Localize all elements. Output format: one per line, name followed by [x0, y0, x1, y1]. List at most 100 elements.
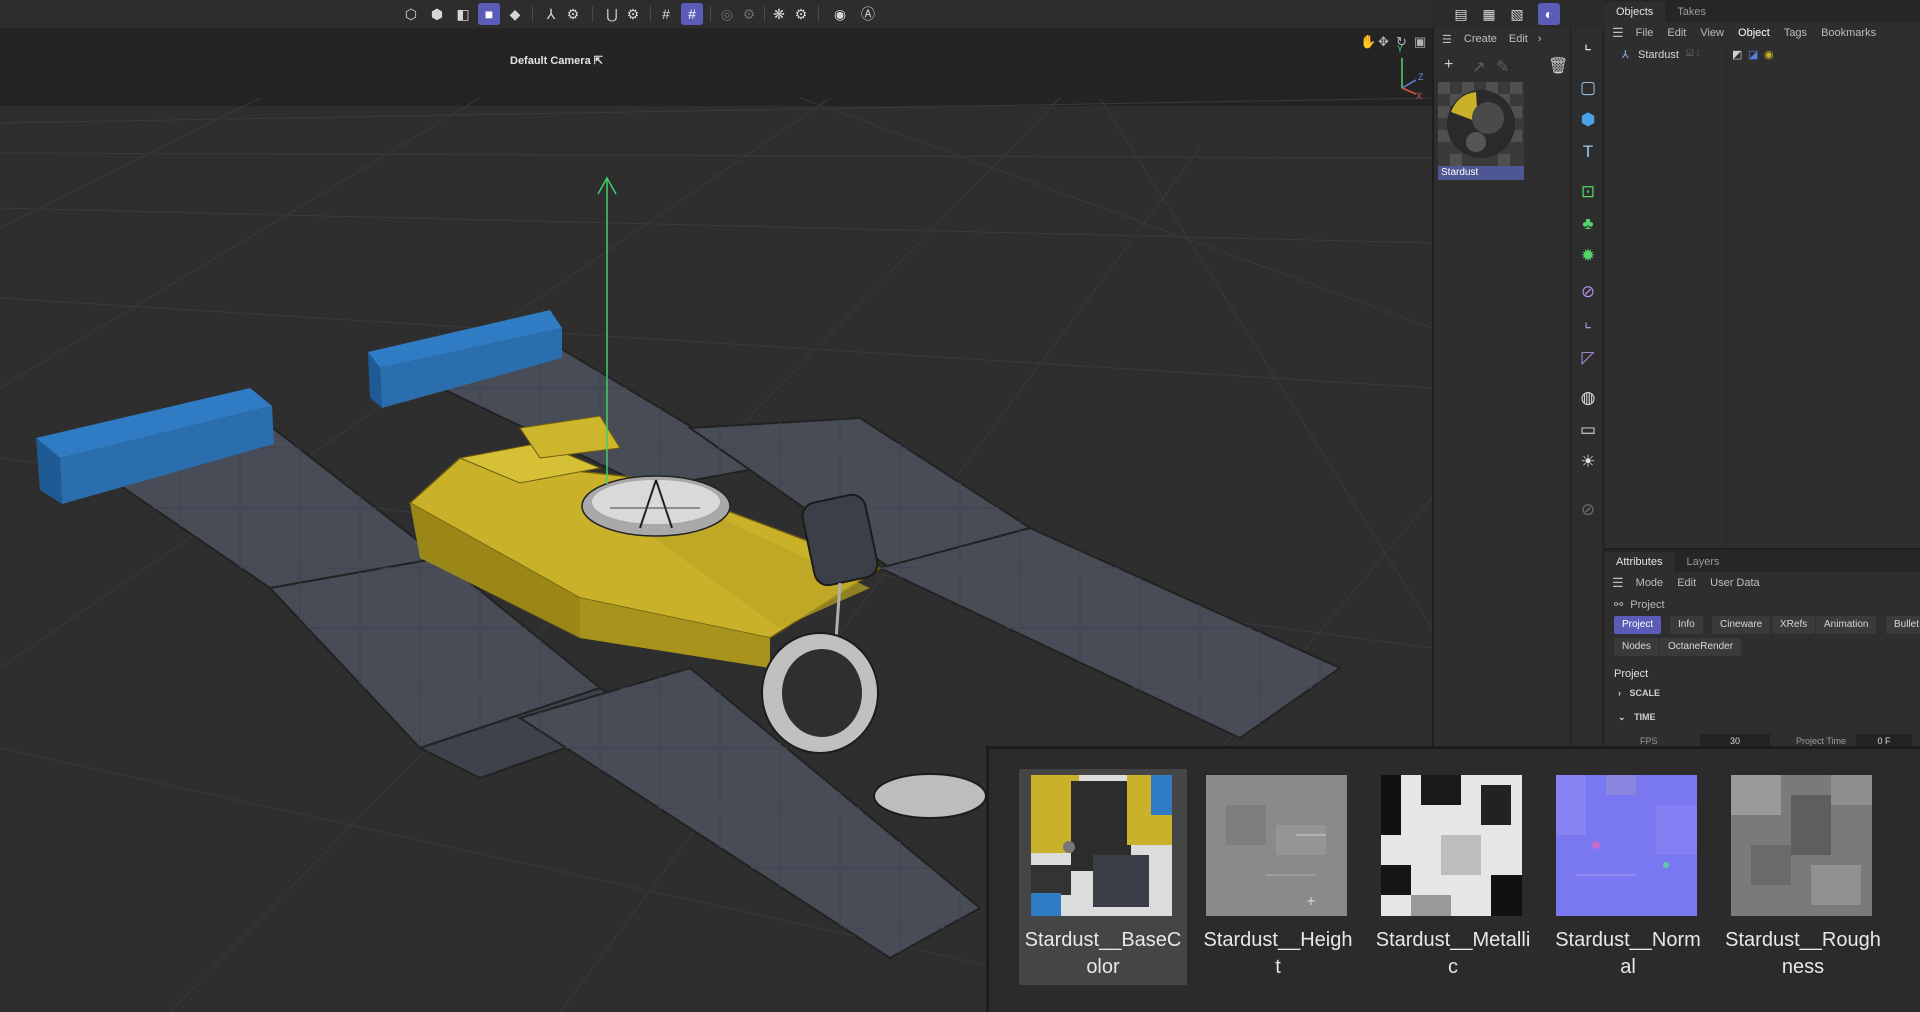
- cloner-icon[interactable]: ♣: [1576, 212, 1600, 236]
- camera-label[interactable]: Default Camera ⇱: [510, 54, 603, 67]
- tab-layers[interactable]: Layers: [1674, 552, 1731, 572]
- menu-view[interactable]: View: [1700, 27, 1724, 39]
- scene-node-icon[interactable]: ◸: [1576, 346, 1600, 370]
- texture-thumbnail: [1731, 775, 1872, 916]
- object-mode-icon[interactable]: ⬡: [400, 3, 422, 25]
- edit-render-settings-icon[interactable]: ▧: [1506, 3, 1528, 25]
- material-tag-icon[interactable]: ◉: [1764, 48, 1774, 61]
- attr-button-octanerender[interactable]: OctaneRender: [1660, 638, 1742, 656]
- magnet-icon[interactable]: ⋃: [601, 3, 623, 25]
- workplane-grid-icon[interactable]: #: [655, 3, 677, 25]
- volume-icon[interactable]: ⌞: [1576, 310, 1600, 334]
- menu-file[interactable]: File: [1636, 27, 1654, 39]
- texture-item[interactable]: Stardust__Metalli c: [1369, 769, 1537, 985]
- material-name-label[interactable]: Stardust: [1438, 166, 1524, 180]
- move-view-icon[interactable]: ✥: [1378, 34, 1389, 50]
- attr-button-xrefs[interactable]: XRefs: [1772, 616, 1816, 634]
- visibility-toggle-icon[interactable]: ☑ ⁝: [1686, 48, 1699, 59]
- menu-bookmarks[interactable]: Bookmarks: [1821, 27, 1876, 39]
- material-edit-icon[interactable]: ✎: [1496, 57, 1509, 77]
- environment-icon[interactable]: ◍: [1576, 386, 1600, 410]
- rectangle-spline-icon[interactable]: ▢: [1576, 76, 1600, 100]
- project-time-field[interactable]: 0 F: [1856, 734, 1912, 746]
- menu-attr-edit[interactable]: Edit: [1677, 577, 1696, 589]
- snap-grid-icon[interactable]: #: [681, 3, 703, 25]
- rotate-view-icon[interactable]: ↻: [1396, 34, 1407, 50]
- section-title: Project: [1614, 668, 1649, 680]
- object-row-stardust[interactable]: ⅄ Stardust ☑ ⁝ ◩ ◪ ◉: [1604, 46, 1920, 64]
- magnet-settings-icon[interactable]: ⚙: [622, 3, 644, 25]
- light-icon[interactable]: ☀: [1576, 450, 1600, 474]
- subdivision-icon[interactable]: ⊡: [1576, 180, 1600, 204]
- attr-button-animation[interactable]: Animation: [1816, 616, 1877, 634]
- phong-tag-icon[interactable]: ◩: [1732, 48, 1742, 61]
- text-tool-icon[interactable]: T: [1576, 140, 1600, 164]
- render-region-icon[interactable]: ◎: [716, 3, 738, 25]
- material-link-icon[interactable]: ↗: [1472, 57, 1485, 77]
- fps-label: FPS: [1640, 736, 1658, 746]
- coordinate-system-icon[interactable]: ⌞: [1576, 32, 1600, 56]
- texture-item[interactable]: Stardust__Rough ness: [1719, 769, 1887, 985]
- tab-attributes[interactable]: Attributes: [1604, 552, 1675, 572]
- texture-label: Stardust__Heigh t: [1196, 927, 1360, 981]
- symmetry-icon[interactable]: ❋: [768, 3, 790, 25]
- material-menu-hamburger-icon[interactable]: ☰: [1442, 33, 1452, 46]
- objects-tabs: Objects Takes: [1604, 0, 1920, 22]
- svg-text:+: +: [1306, 894, 1316, 908]
- tab-takes[interactable]: Takes: [1665, 2, 1718, 22]
- tab-objects[interactable]: Objects: [1604, 2, 1666, 22]
- axis-settings-icon[interactable]: ⚙: [562, 3, 584, 25]
- model-mode-icon[interactable]: ◆: [504, 3, 526, 25]
- delete-material-icon[interactable]: 🗑: [1548, 56, 1568, 76]
- attr-button-bullet[interactable]: Bullet: [1886, 616, 1920, 634]
- texture-item[interactable]: Stardust__Norm al: [1544, 769, 1712, 985]
- point-mode-icon[interactable]: ■: [478, 3, 500, 25]
- maximize-view-icon[interactable]: ▣: [1414, 34, 1426, 50]
- hud-icon[interactable]: ◉: [829, 3, 851, 25]
- deformer-icon[interactable]: ✹: [1576, 244, 1600, 268]
- texture-label-line2: ness: [1781, 956, 1825, 978]
- menu-mode[interactable]: Mode: [1636, 577, 1664, 589]
- attr-button-nodes[interactable]: Nodes: [1614, 638, 1659, 656]
- axis-icon[interactable]: ⅄: [540, 3, 562, 25]
- uvw-tag-icon[interactable]: ◪: [1748, 48, 1758, 61]
- texture-item[interactable]: Stardust__BaseC olor: [1019, 769, 1187, 985]
- render-picture-viewer-icon[interactable]: ▦: [1478, 3, 1500, 25]
- object-name[interactable]: Stardust: [1638, 49, 1679, 61]
- material-menu-edit[interactable]: Edit: [1509, 33, 1528, 45]
- attr-button-cineware[interactable]: Cineware: [1712, 616, 1771, 634]
- fps-field[interactable]: 30: [1700, 734, 1770, 746]
- render-view-icon[interactable]: ▤: [1450, 3, 1472, 25]
- attributes-menu-hamburger-icon[interactable]: ☰: [1612, 575, 1624, 591]
- objects-manager: Objects Takes ☰ File Edit View Object Ta…: [1604, 0, 1920, 548]
- group-scale[interactable]: › SCALE: [1618, 688, 1660, 698]
- satellite-dish: [581, 475, 731, 537]
- texture-item[interactable]: + Stardust__Heigh t: [1194, 769, 1362, 985]
- menu-tags[interactable]: Tags: [1784, 27, 1807, 39]
- polygon-mode-icon[interactable]: ⬢: [426, 3, 448, 25]
- texture-label-line1: Stardust__BaseC: [1024, 929, 1182, 951]
- attr-button-project[interactable]: Project: [1614, 616, 1662, 634]
- chevron-right-icon[interactable]: ›: [1538, 33, 1542, 45]
- menu-object[interactable]: Object: [1738, 27, 1770, 39]
- camera-icon[interactable]: ▭: [1576, 418, 1600, 442]
- objects-menu-hamburger-icon[interactable]: ☰: [1612, 25, 1624, 41]
- group-time[interactable]: ⌄ TIME: [1618, 712, 1656, 723]
- texture-label-line2: c: [1448, 956, 1458, 978]
- paint-tool-icon[interactable]: ⊘: [1576, 498, 1600, 522]
- cube-icon[interactable]: ⬢: [1576, 108, 1600, 132]
- edge-mode-icon[interactable]: ◧: [452, 3, 474, 25]
- material-menu-create[interactable]: Create: [1464, 33, 1497, 45]
- pan-view-icon[interactable]: ✋: [1360, 34, 1376, 50]
- menu-edit[interactable]: Edit: [1667, 27, 1686, 39]
- render-settings-icon[interactable]: ⚙: [738, 3, 760, 25]
- auto-icon[interactable]: Ⓐ: [857, 3, 879, 25]
- ipr-icon[interactable]: ◐: [1538, 3, 1560, 25]
- add-material-icon[interactable]: +: [1444, 56, 1453, 74]
- symmetry-settings-icon[interactable]: ⚙: [790, 3, 812, 25]
- field-icon[interactable]: ⊘: [1576, 280, 1600, 304]
- attributes-manager: Attributes Layers ☰ Mode Edit User Data …: [1604, 548, 1920, 746]
- texture-label: Stardust__Rough ness: [1721, 927, 1885, 981]
- menu-user-data[interactable]: User Data: [1710, 577, 1760, 589]
- attr-button-info[interactable]: Info: [1670, 616, 1703, 634]
